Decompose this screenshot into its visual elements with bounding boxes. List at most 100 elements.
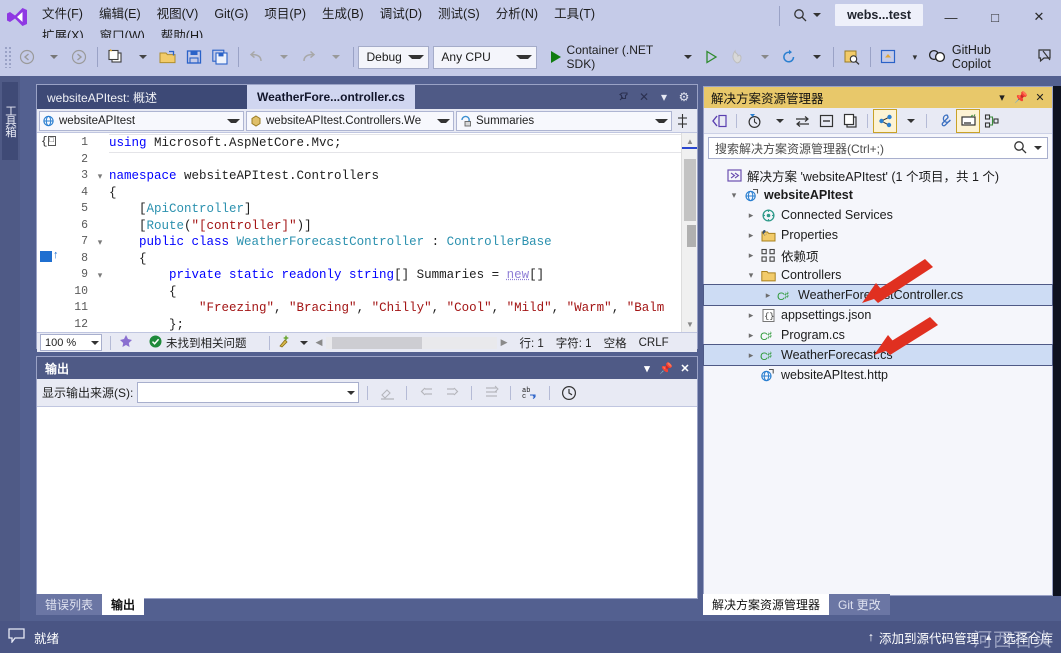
nav-member-combo[interactable]: Summaries [456,110,672,131]
tree-item[interactable]: ▸ C ♯ WeatherForecastController.cs [703,284,1053,306]
code-line[interactable]: "Freezing", "Bracing", "Chilly", "Cool",… [109,300,681,317]
tree-item[interactable]: ▸ Properties [704,225,1052,245]
line-ending-indicator[interactable]: CRLF [635,337,673,349]
tree-item[interactable]: ▾ websiteAPItest [704,185,1052,205]
tab-weatherforecastcontroller[interactable]: WeatherFore...ontroller.cs [247,85,415,109]
scroll-right-arrow-icon[interactable]: ▶ [497,337,512,348]
code-line[interactable] [109,152,681,169]
hot-reload-dropdown-icon[interactable] [750,44,776,70]
tree-item[interactable]: ▸ C ♯ Program.cs [704,325,1052,345]
pending-changes-dropdown-icon[interactable] [767,110,789,132]
bottom-tab-error-list[interactable]: 错误列表 [36,594,103,615]
editor-horizontal-scrollbar[interactable]: ◀ ▶ [312,336,512,349]
menu-test[interactable]: 测试(S) [430,3,488,25]
chevron-down-icon[interactable]: ▾ [727,190,741,201]
code-line[interactable]: { [109,185,681,202]
toggle-word-wrap-icon[interactable] [480,382,502,404]
outlining-collapse-icon[interactable]: ▾ [91,168,109,185]
chevron-down-icon[interactable] [684,55,693,59]
menu-edit[interactable]: 编辑(E) [91,3,149,25]
redo-icon[interactable] [296,44,322,70]
history-icon[interactable] [558,382,580,404]
scroll-left-arrow-icon[interactable]: ◀ [312,337,327,348]
editor-vertical-scrollbar[interactable]: ▲ ▼ [681,133,697,332]
gear-icon[interactable]: ⚙ [675,87,693,107]
scrollbar-thumb[interactable] [684,159,696,221]
pending-changes-filter-icon[interactable] [743,110,765,132]
code-line[interactable]: [ApiController] [109,201,681,218]
code-line[interactable]: private static readonly string[] Summari… [109,267,681,284]
show-all-files-icon[interactable] [839,110,861,132]
clear-all-icon[interactable] [376,382,398,404]
start-debug-button[interactable]: Container (.NET SDK) [545,43,698,71]
bottom-tab-solution-explorer[interactable]: 解决方案资源管理器 [703,594,830,615]
minimize-button[interactable]: — [929,2,973,32]
toolbox-vertical-tab[interactable]: 工具箱 [2,82,18,160]
menu-file[interactable]: 文件(F) [34,3,91,25]
hscroll-thumb[interactable] [332,336,423,349]
navigate-backward-icon[interactable] [14,44,40,70]
chevron-right-icon[interactable]: ▸ [744,350,758,361]
close-button[interactable]: ✕ [1017,2,1061,32]
solution-configuration-combo[interactable]: Debug [358,45,429,69]
pane-dropdown-icon[interactable]: ▾ [994,88,1010,107]
chevron-right-icon[interactable]: ▸ [744,330,758,341]
new-project-icon[interactable] [103,44,129,70]
go-to-next-icon[interactable] [441,382,463,404]
preview-selected-items-icon[interactable] [956,108,980,133]
search-icon[interactable] [1013,140,1027,157]
glyph-margin[interactable]: {□ ↑ [37,133,63,332]
tree-item[interactable]: ▸ 依赖项 [704,245,1052,265]
save-all-icon[interactable] [207,44,233,70]
menu-view[interactable]: 视图(V) [149,3,207,25]
collapse-all-icon[interactable] [815,110,837,132]
solution-platform-combo[interactable]: Any CPU [433,45,537,69]
tab-dropdown-icon[interactable]: ▾ [655,87,673,107]
menu-build[interactable]: 生成(B) [314,3,372,25]
save-icon[interactable] [181,44,207,70]
pin-icon[interactable]: 📌 [1013,88,1029,107]
code-line[interactable]: public class WeatherForecastController :… [109,234,681,251]
redo-dropdown-icon[interactable] [322,44,348,70]
find-icon[interactable]: ab c [519,382,541,404]
find-in-files-icon[interactable] [839,44,865,70]
zoom-level-combo[interactable]: 100 % [40,334,102,351]
code-line[interactable]: { [109,251,681,268]
chevron-right-icon[interactable]: ▸ [744,210,758,221]
open-file-icon[interactable] [155,44,181,70]
close-icon[interactable]: ✕ [1032,88,1048,107]
chevron-down-icon[interactable]: ▾ [744,270,758,281]
tree-item[interactable]: ▾ Controllers [704,265,1052,285]
restart-dropdown-icon[interactable] [802,44,828,70]
menu-tools[interactable]: 工具(T) [546,3,603,25]
chevron-right-icon[interactable]: ▸ [744,250,758,261]
quick-launch-search[interactable] [788,2,827,25]
navigate-forward-icon[interactable] [66,44,92,70]
output-pane-body[interactable] [37,407,697,598]
solution-explorer-search-input[interactable]: 搜索解决方案资源管理器(Ctrl+;) [708,137,1048,159]
start-without-debugging-icon[interactable] [698,44,724,70]
code-line[interactable]: namespace websiteAPItest.Controllers [109,168,681,185]
code-editor[interactable]: {□ ↑ 1 2 3 4 5 6 7 8 9 10 11 12 ▾ ▾ ▾ using Microsoft… [37,133,697,332]
tree-item[interactable]: ▸ {} appsettings.json [704,305,1052,325]
chevron-down-icon[interactable] [1034,146,1042,150]
chevron-right-icon[interactable]: ▸ [744,310,758,321]
chevron-down-icon[interactable] [813,13,822,17]
intellicode-icon[interactable] [119,334,133,351]
undo-dropdown-icon[interactable] [270,44,296,70]
menu-analyze[interactable]: 分析(N) [488,3,546,25]
show-dependency-graph-icon[interactable] [981,110,1003,132]
bottom-tab-git-changes[interactable]: Git 更改 [829,594,890,615]
feedback-icon[interactable] [1037,48,1053,67]
tree-item[interactable]: 解决方案 'websiteAPItest' (1 个项目，共 1 个) [704,165,1052,185]
nav-project-combo[interactable]: websiteAPItest [39,110,244,131]
chevron-right-icon[interactable]: ▸ [744,230,758,241]
outlining-margin[interactable]: ▾ ▾ ▾ [91,133,109,332]
solution-view-icon[interactable] [873,108,897,133]
pin-icon[interactable] [615,87,633,107]
menu-git[interactable]: Git(G) [206,3,256,25]
indentation-indicator[interactable]: 空格 [600,335,631,351]
tree-item[interactable]: websiteAPItest.http [704,365,1052,385]
close-icon[interactable]: ✕ [677,359,693,377]
nav-type-combo[interactable]: websiteAPItest.Controllers.We [246,110,454,131]
